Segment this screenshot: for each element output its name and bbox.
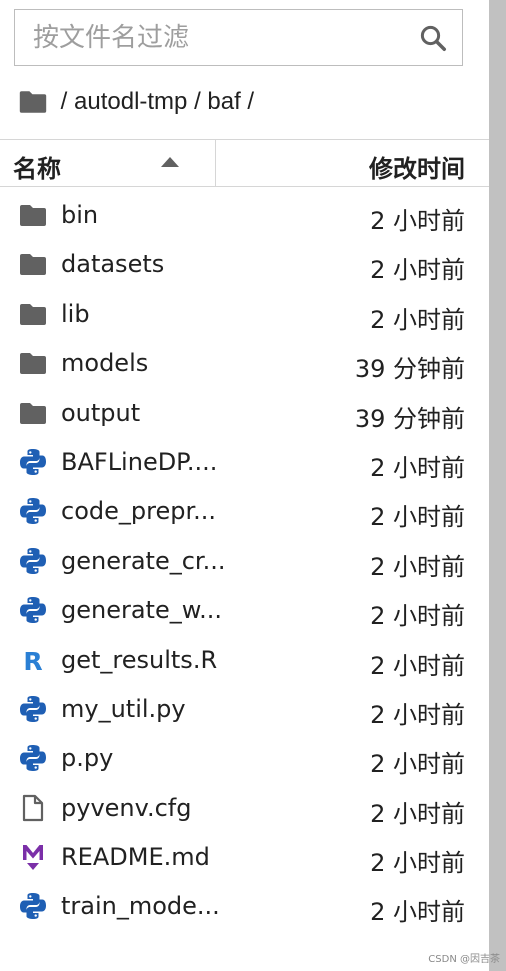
file-modified: 2 小时前 [370, 849, 465, 878]
file-modified: 2 小时前 [370, 799, 465, 828]
file-list-header: 名称 修改时间 [0, 139, 489, 187]
list-item[interactable]: p.py 2 小时前 [0, 733, 489, 782]
folder-icon [20, 402, 46, 424]
python-icon [20, 893, 46, 920]
file-modified: 2 小时前 [370, 700, 465, 729]
markdown-icon [23, 845, 43, 871]
vertical-scrollbar[interactable] [489, 0, 506, 971]
list-item[interactable]: pyvenv.cfg 2 小时前 [0, 783, 489, 832]
list-item[interactable]: output 39 分钟前 [0, 388, 489, 437]
file-modified: 2 小时前 [370, 503, 465, 532]
folder-home-icon[interactable] [18, 90, 48, 114]
file-name: README.md [61, 843, 210, 872]
file-modified: 2 小时前 [370, 305, 465, 334]
list-item[interactable]: lib 2 小时前 [0, 289, 489, 338]
file-browser-panel: / autodl-tmp / baf / 名称 修改时间 bin 2 小时前 d… [0, 0, 489, 971]
file-name: generate_w... [61, 596, 223, 625]
file-modified: 39 分钟前 [354, 355, 465, 384]
list-item[interactable]: my_util.py 2 小时前 [0, 684, 489, 733]
file-icon [22, 794, 44, 821]
r-icon: R [23, 647, 42, 675]
file-modified: 2 小时前 [370, 256, 465, 285]
file-name: code_prepr... [61, 497, 217, 526]
python-icon [20, 745, 46, 772]
watermark: CSDN @因吉茶 [428, 954, 500, 965]
filter-input[interactable] [15, 10, 405, 65]
search-icon[interactable] [418, 23, 448, 53]
folder-icon [20, 205, 46, 226]
file-name: generate_cr... [61, 546, 226, 575]
file-modified: 2 小时前 [370, 602, 465, 631]
python-icon [20, 547, 46, 574]
file-modified: 2 小时前 [370, 651, 465, 680]
breadcrumb: / autodl-tmp / baf / [18, 84, 254, 120]
name-column-label: 名称 [13, 155, 61, 183]
list-item[interactable]: generate_w... 2 小时前 [0, 585, 489, 634]
list-item[interactable]: datasets 2 小时前 [0, 239, 489, 288]
file-name: models [61, 349, 149, 378]
python-icon [20, 695, 46, 722]
file-name: datasets [61, 250, 165, 279]
file-name: BAFLineDP.... [61, 447, 218, 476]
list-item[interactable]: code_prepr... 2 小时前 [0, 486, 489, 535]
python-icon [20, 498, 46, 525]
folder-icon [20, 303, 46, 325]
file-name: lib [61, 299, 90, 328]
list-item[interactable]: R get_results.R 2 小时前 [0, 635, 489, 684]
file-modified: 2 小时前 [370, 750, 465, 779]
file-name: output [61, 398, 141, 427]
modified-column-label: 修改时间 [369, 155, 465, 183]
list-item[interactable]: models 39 分钟前 [0, 338, 489, 387]
python-icon [20, 448, 46, 475]
filter-box [14, 9, 463, 66]
list-item[interactable]: bin 2 小时前 [0, 190, 489, 239]
sort-ascending-icon [161, 157, 179, 167]
python-icon [20, 597, 46, 624]
file-name: get_results.R [61, 645, 218, 674]
breadcrumb-path[interactable]: / autodl-tmp / baf / [54, 88, 254, 116]
file-list: bin 2 小时前 datasets 2 小时前 lib 2 小时前 model… [0, 190, 489, 931]
list-item[interactable]: generate_cr... 2 小时前 [0, 536, 489, 585]
file-modified: 39 分钟前 [354, 404, 465, 433]
file-name: train_mode... [61, 892, 220, 921]
file-modified: 2 小时前 [370, 552, 465, 581]
folder-icon [20, 254, 46, 276]
file-modified: 2 小时前 [370, 898, 465, 927]
file-modified: 2 小时前 [370, 453, 465, 482]
file-name: pyvenv.cfg [61, 793, 192, 822]
svg-text:R: R [23, 647, 42, 675]
list-item[interactable]: README.md 2 小时前 [0, 832, 489, 881]
list-item[interactable]: train_mode... 2 小时前 [0, 881, 489, 930]
file-name: bin [61, 201, 99, 229]
file-name: my_util.py [61, 694, 186, 723]
folder-icon [20, 353, 46, 375]
file-name: p.py [61, 744, 114, 773]
file-modified: 2 小时前 [370, 207, 465, 235]
name-column-header[interactable]: 名称 [0, 140, 216, 186]
list-item[interactable]: BAFLineDP.... 2 小时前 [0, 437, 489, 486]
